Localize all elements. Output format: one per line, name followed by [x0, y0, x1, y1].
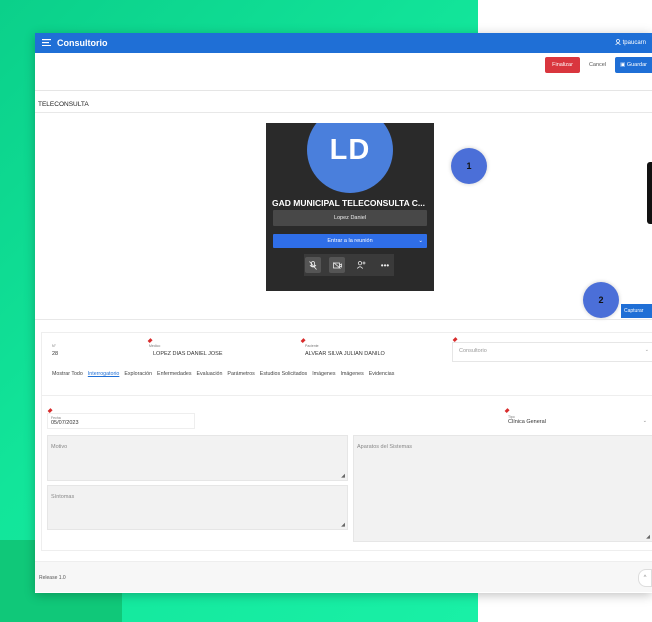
- invite-person-icon[interactable]: [353, 257, 369, 273]
- medico-field[interactable]: Medico LOPEZ DIAS DANIEL JOSE: [143, 338, 291, 360]
- divider: [35, 90, 652, 91]
- tab-evaluacion[interactable]: Evaluación: [196, 371, 222, 377]
- save-icon: ▣: [620, 62, 626, 68]
- footer: Release 1.0 ^: [35, 561, 652, 592]
- sintomas-textarea[interactable]: Síntomas ◢: [47, 485, 348, 530]
- chevron-down-icon: ⌄: [644, 347, 649, 353]
- tab-parametros[interactable]: Parámetros: [227, 371, 254, 377]
- number-value: 28: [52, 351, 59, 357]
- save-button[interactable]: ▣ Guardar: [615, 57, 652, 73]
- paciente-field[interactable]: Paciente ALVEAR SILVA JULIAN DANILO: [299, 338, 445, 360]
- avatar: LD: [307, 123, 393, 193]
- aparatos-textarea[interactable]: Aparatos del Sistemas ◢: [353, 435, 652, 542]
- medico-label: Medico: [149, 344, 161, 348]
- number-field[interactable]: N° 28: [46, 342, 141, 360]
- capture-button[interactable]: Capturar: [621, 304, 652, 318]
- user-name: tpaucarn: [622, 40, 646, 46]
- tab-interrogatorio[interactable]: Interrogatorio: [88, 371, 120, 377]
- tab-imagenes[interactable]: Imágenes: [312, 371, 335, 377]
- tipo-select[interactable]: Tipo Clínica General ⌄: [502, 408, 651, 427]
- tab-enfermedades[interactable]: Enfermedades: [157, 371, 191, 377]
- step-badge-1: 1: [451, 148, 487, 184]
- number-label: N°: [52, 344, 56, 348]
- app-window: Consultorio tpaucarn Finalizar Cancel ▣ …: [35, 33, 652, 593]
- tab-imagenes-2[interactable]: Imágenes: [340, 371, 363, 377]
- divider: [35, 319, 652, 320]
- video-call-prejoin: LD GAD MUNICIPAL TELECONSULTA C... Lopez…: [266, 123, 434, 291]
- step-badge-2: 2: [583, 282, 619, 318]
- tab-evidencias[interactable]: Evidencias: [369, 371, 395, 377]
- paciente-value: ALVEAR SILVA JULIAN DANILO: [305, 351, 385, 357]
- app-title: Consultorio: [57, 38, 108, 48]
- more-options-icon[interactable]: •••: [377, 257, 393, 273]
- user-icon: [614, 39, 621, 47]
- tab-mostrar-todo[interactable]: Mostrar Todo: [52, 371, 83, 377]
- user-menu[interactable]: tpaucarn: [614, 39, 646, 47]
- aparatos-placeholder: Aparatos del Sistemas: [357, 444, 413, 450]
- tab-exploracion[interactable]: Exploración: [124, 371, 152, 377]
- cancel-button[interactable]: Cancel: [585, 57, 610, 73]
- resize-handle-icon[interactable]: ◢: [646, 534, 650, 540]
- motivo-textarea[interactable]: Motivo ◢: [47, 435, 348, 481]
- consultorio-select[interactable]: Consultorio ⌄: [452, 337, 652, 362]
- join-meeting-button[interactable]: Entrar a la reunión ⌄: [273, 234, 427, 248]
- save-label: Guardar: [626, 62, 647, 68]
- mic-off-icon[interactable]: [305, 257, 321, 273]
- section-title: TELECONSULTA: [38, 101, 89, 108]
- action-bar: Finalizar Cancel ▣ Guardar: [545, 57, 652, 73]
- tab-bar: Mostrar Todo Interrogatorio Exploración …: [52, 371, 394, 377]
- meeting-title: GAD MUNICIPAL TELECONSULTA C...: [272, 198, 425, 208]
- menu-icon[interactable]: [42, 38, 52, 48]
- top-bar: Consultorio tpaucarn: [35, 33, 652, 53]
- divider: [35, 112, 652, 113]
- resize-handle-icon[interactable]: ◢: [341, 522, 345, 528]
- side-device-edge: [647, 162, 652, 224]
- consultorio-placeholder: Consultorio: [459, 348, 487, 354]
- display-name-input[interactable]: Lopez Daniel: [273, 210, 427, 226]
- join-meeting-label: Entrar a la reunión: [327, 238, 373, 244]
- motivo-placeholder: Motivo: [51, 444, 68, 450]
- tipo-value: Clínica General: [508, 419, 546, 425]
- call-controls: •••: [304, 254, 394, 276]
- medico-value: LOPEZ DIAS DANIEL JOSE: [153, 351, 223, 357]
- camera-off-icon[interactable]: [329, 257, 345, 273]
- scroll-top-icon[interactable]: ^: [638, 569, 652, 587]
- finalizar-button[interactable]: Finalizar: [545, 57, 580, 73]
- paciente-label: Paciente: [305, 344, 319, 348]
- tab-estudios-solicitados[interactable]: Estudios Solicitados: [260, 371, 307, 377]
- fecha-field[interactable]: Fecha 05/07/2023: [47, 408, 195, 429]
- resize-handle-icon[interactable]: ◢: [341, 473, 345, 479]
- fecha-value: 05/07/2023: [51, 420, 79, 426]
- chevron-down-icon: ⌄: [642, 418, 647, 424]
- sintomas-placeholder: Síntomas: [51, 494, 75, 500]
- release-label: Release 1.0: [39, 575, 66, 581]
- chevron-down-icon[interactable]: ⌄: [418, 234, 423, 248]
